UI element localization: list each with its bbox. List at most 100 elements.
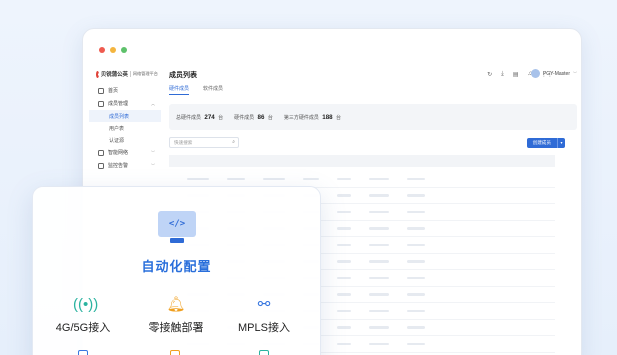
- feature-zero-touch: 🔔︎ 零接触部署: [131, 295, 221, 335]
- partial-icon: [170, 350, 180, 355]
- search-placeholder: 快速搜索: [174, 140, 193, 145]
- placeholder-cell: [407, 243, 425, 246]
- sidebar-item-label: 首页: [108, 88, 119, 94]
- placeholder-cell: [369, 243, 389, 246]
- window-controls: [99, 47, 127, 53]
- placeholder-cell: [369, 210, 389, 213]
- minimize-dot-icon[interactable]: [110, 47, 116, 53]
- feature-label: 零接触部署: [148, 322, 204, 334]
- brand[interactable]: 贝锐蒲公英 网络管理平台: [89, 67, 161, 84]
- stat-third-party: 第三方硬件成员 188 台: [284, 114, 341, 121]
- placeholder-cell: [407, 227, 425, 230]
- sidebar-item-label: 成员管理: [108, 101, 129, 107]
- placeholder-cell: [337, 210, 351, 213]
- placeholder-cell: [227, 177, 245, 180]
- placeholder-cell: [337, 309, 351, 312]
- table-header: [169, 155, 555, 167]
- stat-label: 硬件成员: [234, 114, 255, 121]
- tabs: 硬件成员 软件成员: [169, 85, 223, 95]
- placeholder-cell: [337, 260, 351, 263]
- close-dot-icon[interactable]: [99, 47, 105, 53]
- brand-subtitle: 网络管理平台: [129, 71, 158, 77]
- placeholder-cell: [337, 243, 351, 246]
- code-monitor-icon: </>: [158, 211, 196, 245]
- placeholder-cell: [407, 177, 425, 180]
- brand-logo-icon: [96, 70, 101, 78]
- sidebar-subitem-user-table[interactable]: 用户表: [89, 122, 161, 134]
- sidebar-subitem-member-list[interactable]: 成员列表: [89, 110, 161, 122]
- partial-icon: [78, 350, 88, 355]
- placeholder-cell: [407, 342, 425, 345]
- placeholder-cell: [337, 326, 351, 329]
- feature-4g5g: ((•)) 4G/5G接入: [38, 295, 128, 335]
- create-dropdown-icon[interactable]: ▾: [557, 138, 565, 148]
- stat-unit: 台: [267, 114, 273, 121]
- stat-label: 第三方硬件成员: [283, 114, 319, 121]
- placeholder-cell: [369, 309, 389, 312]
- stat-total-hardware: 总硬件成员 274 台: [176, 114, 223, 121]
- partial-icon: [259, 350, 269, 355]
- tab-hardware-members[interactable]: 硬件成员: [169, 85, 190, 95]
- placeholder-cell: [369, 276, 389, 279]
- top-bar: 成员列表 ↻ ⤓ ▤ ♫ ⋮⋮ PGY-Master ﹀: [167, 67, 581, 83]
- user-icon: [98, 100, 104, 107]
- sidebar-item-smart-network[interactable]: 智能网络 ﹀: [89, 146, 161, 159]
- sidebar-item-monitoring[interactable]: 监控告警 ﹀: [89, 159, 161, 172]
- maximize-dot-icon[interactable]: [121, 47, 127, 53]
- download-icon[interactable]: ⤓: [501, 71, 504, 78]
- search-input[interactable]: 快速搜索 ⌕: [169, 137, 239, 148]
- sidebar-item-members[interactable]: 成员管理 ︿: [89, 97, 161, 110]
- search-icon[interactable]: ⌕: [232, 139, 235, 145]
- placeholder-cell: [407, 309, 425, 312]
- home-icon: [98, 87, 104, 94]
- network-icon: [98, 149, 104, 156]
- chevron-down-icon: ﹀: [573, 70, 577, 76]
- feature-label: 4G/5G接入: [55, 322, 111, 334]
- bell-deploy-icon: 🔔︎: [166, 296, 186, 313]
- placeholder-cell: [303, 177, 319, 180]
- signal-tower-icon: ((•)): [73, 296, 99, 313]
- user-menu[interactable]: PGY-Master ﹀: [530, 69, 577, 78]
- placeholder-cell: [407, 293, 425, 296]
- stat-value: 274: [204, 113, 215, 121]
- stat-unit: 台: [335, 114, 341, 121]
- placeholder-cell: [369, 227, 389, 230]
- brand-name: 贝锐蒲公英: [100, 72, 128, 78]
- placeholder-cell: [407, 326, 425, 329]
- sidebar-item-home[interactable]: 首页: [89, 84, 161, 97]
- page-title: 成员列表: [169, 72, 197, 79]
- stats-bar: 总硬件成员 274 台 硬件成员 86 台 第三方硬件成员 188 台: [169, 104, 577, 130]
- placeholder-cell: [369, 260, 389, 263]
- monitor-icon: [98, 162, 104, 169]
- placeholder-cell: [263, 177, 285, 180]
- stat-unit: 台: [218, 114, 224, 121]
- placeholder-cell: [407, 260, 425, 263]
- feature-label: MPLS接入: [238, 322, 290, 334]
- feature-mpls: ⚯ MPLS接入: [219, 295, 309, 335]
- sidebar-item-label: 监控告警: [108, 163, 129, 169]
- chevron-down-icon: ﹀: [151, 149, 155, 155]
- placeholder-cell: [369, 177, 389, 180]
- placeholder-cell: [369, 293, 389, 296]
- placeholder-cell: [407, 210, 425, 213]
- placeholder-cell: [337, 227, 351, 230]
- grid-icon[interactable]: ▤: [513, 71, 519, 78]
- chevron-down-icon: ﹀: [151, 162, 155, 168]
- chevron-up-icon: ︿: [151, 100, 155, 106]
- stat-value: 86: [257, 113, 265, 121]
- refresh-icon[interactable]: ↻: [487, 71, 492, 78]
- placeholder-cell: [337, 276, 351, 279]
- placeholder-cell: [337, 342, 351, 345]
- card-title: 自动化配置: [141, 259, 212, 274]
- create-member-button[interactable]: 创建成员: [526, 138, 557, 148]
- tab-software-members[interactable]: 软件成员: [203, 85, 223, 95]
- stat-value: 188: [322, 113, 333, 121]
- placeholder-cell: [337, 177, 351, 180]
- sidebar-subitem-auth-source[interactable]: 认证源: [89, 134, 161, 146]
- placeholder-cell: [369, 194, 389, 197]
- placeholder-cell: [337, 293, 351, 296]
- placeholder-cell: [337, 194, 351, 197]
- placeholder-cell: [407, 276, 425, 279]
- user-name: PGY-Master: [542, 70, 570, 77]
- network-link-icon: ⚯: [257, 296, 271, 313]
